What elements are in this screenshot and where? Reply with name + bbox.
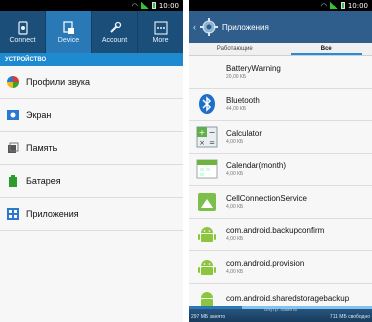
applications-screen: ◠ 10:00 ‹ Приложения Работающие Все Batt… — [189, 0, 372, 322]
storage-used: 297 МБ занято — [191, 314, 226, 320]
storage-bar: Внутр. память 297 МБ занято 711 МБ свобо… — [189, 306, 372, 322]
tab-all[interactable]: Все — [281, 43, 372, 55]
list-item[interactable]: com.android.backupconfirm 4,00 КБ — [189, 219, 372, 251]
tab-device[interactable]: Device — [46, 11, 92, 53]
tab-label: Account — [101, 36, 128, 44]
storage-free: 711 МБ свободно — [329, 314, 370, 320]
app-name: CellConnectionService — [226, 193, 307, 203]
menu-item-sound-profiles[interactable]: Профили звука — [0, 66, 183, 99]
app-size: 4,00 КБ — [226, 268, 244, 275]
app-name: Calendar(month) — [226, 161, 287, 171]
storage-icon — [7, 142, 19, 154]
app-size: 4,00 КБ — [226, 171, 244, 178]
calendar-icon — [196, 158, 218, 180]
cell-connection-icon — [196, 191, 218, 213]
menu-item-battery[interactable]: Батарея — [0, 165, 183, 198]
tab-more[interactable]: More — [138, 11, 183, 53]
menu-item-storage[interactable]: Память — [0, 132, 183, 165]
menu-item-label: Профили звука — [26, 77, 91, 87]
app-icon — [196, 61, 218, 83]
display-icon — [7, 109, 19, 121]
svg-text:−: − — [209, 128, 216, 137]
status-time: 10:00 — [158, 1, 179, 10]
apps-icon — [7, 208, 19, 220]
app-name: BatteryWarning — [226, 63, 281, 73]
app-name: com.android.provision — [226, 258, 305, 268]
app-subtabs: Работающие Все — [189, 43, 372, 56]
gear-icon[interactable] — [199, 17, 219, 37]
wifi-icon: ◠ — [131, 1, 138, 10]
list-item[interactable]: com.android.provision 4,00 КБ — [189, 251, 372, 284]
status-time: 10:00 — [347, 1, 368, 10]
sound-profiles-icon — [7, 76, 19, 88]
settings-menu-list: Профили звука Экран Память Батарея Прило… — [0, 66, 183, 231]
device-icon — [62, 20, 74, 34]
menu-item-display[interactable]: Экран — [0, 99, 183, 132]
battery-icon — [340, 2, 345, 9]
tab-account[interactable]: Account — [92, 11, 138, 53]
tab-label: More — [152, 36, 169, 44]
tab-label: Connect — [9, 36, 36, 44]
list-item[interactable]: CellConnectionService 4,00 КБ — [189, 186, 372, 219]
tab-connect[interactable]: Connect — [0, 11, 46, 53]
list-item[interactable]: Calendar(month) 4,00 КБ — [189, 154, 372, 186]
svg-text:=: = — [209, 139, 215, 147]
storage-label: Внутр. память — [264, 307, 297, 313]
app-list: BatteryWarning 20,00 КБ Bluetooth 44,00 … — [189, 56, 372, 316]
menu-item-apps[interactable]: Приложения — [0, 198, 183, 231]
app-name: Bluetooth — [226, 96, 260, 106]
settings-tabbar: Connect Device Account More — [0, 11, 183, 53]
tab-label: Device — [57, 36, 80, 44]
wrench-icon — [109, 21, 121, 33]
app-size: 4,00 КБ — [226, 138, 244, 145]
storage-meter-used — [189, 306, 243, 309]
connect-icon — [17, 20, 28, 35]
battery-item-icon — [7, 175, 19, 187]
android-icon — [196, 223, 218, 245]
app-name: com.android.backupconfirm — [226, 226, 325, 236]
app-name: Calculator — [226, 128, 263, 138]
settings-screen: ◠ 10:00 Connect Device Account More УСТР… — [0, 0, 183, 322]
svg-text:×: × — [199, 139, 205, 147]
signal-icon — [140, 2, 149, 9]
back-icon[interactable]: ‹ — [193, 22, 196, 32]
app-name: com.android.sharedstoragebackup — [226, 294, 350, 304]
menu-item-label: Батарея — [26, 176, 61, 186]
status-bar: ◠ 10:00 — [0, 0, 183, 11]
app-header: ‹ Приложения — [189, 11, 372, 43]
signal-icon — [329, 2, 338, 9]
list-item[interactable]: BatteryWarning 20,00 КБ — [189, 56, 372, 89]
app-size: 4,00 КБ — [226, 236, 244, 243]
menu-item-label: Экран — [26, 110, 52, 120]
tab-running[interactable]: Работающие — [189, 43, 281, 55]
app-size: 44,00 КБ — [226, 106, 247, 113]
more-icon — [153, 20, 168, 35]
list-item[interactable]: Bluetooth 44,00 КБ — [189, 89, 372, 121]
battery-icon — [151, 2, 156, 9]
status-bar: ◠ 10:00 — [189, 0, 372, 11]
app-size: 20,00 КБ — [226, 73, 247, 80]
calculator-icon: + − × = — [196, 126, 218, 148]
svg-text:+: + — [199, 128, 206, 137]
list-item[interactable]: + − × = Calculator 4,00 КБ — [189, 121, 372, 154]
bluetooth-icon — [196, 93, 218, 115]
wifi-icon: ◠ — [320, 1, 327, 10]
menu-item-label: Приложения — [26, 209, 79, 219]
menu-item-label: Память — [26, 143, 58, 153]
section-header: УСТРОЙСТВО — [0, 53, 183, 66]
android-icon — [196, 256, 218, 278]
page-title: Приложения — [222, 22, 269, 32]
app-size: 4,00 КБ — [226, 203, 244, 210]
